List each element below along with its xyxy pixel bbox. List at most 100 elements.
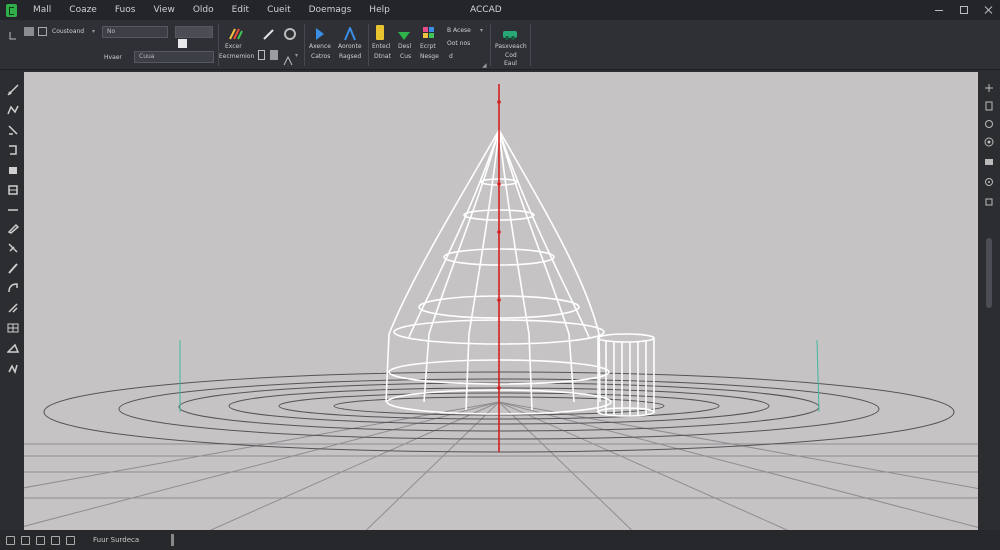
pasxveach-icon[interactable] (502, 25, 518, 40)
menu-item-view[interactable]: View (144, 0, 183, 20)
aoronte-sub: Ragsed (339, 53, 362, 60)
undo-icon[interactable] (8, 26, 18, 40)
menu-bar: Mall Coaze Fuos View Oldo Edit Cueit Doe… (23, 0, 399, 20)
line-icon[interactable] (7, 84, 19, 96)
layer-field[interactable]: No (102, 26, 168, 38)
aoronte-label: Aoronte (338, 43, 362, 50)
settings-gear-icon[interactable] (283, 26, 296, 40)
menu-item-help[interactable]: Help (360, 0, 399, 20)
maximize-icon[interactable] (960, 6, 968, 14)
ecrpt-label: Ecrpt (420, 43, 436, 50)
command-dropdown-icon[interactable]: ▾ (92, 28, 95, 35)
snap-icon[interactable] (984, 172, 994, 186)
excer-icon[interactable] (229, 26, 243, 40)
axence-sub: Catros (311, 53, 331, 60)
ortho-icon[interactable] (283, 51, 295, 66)
panel-expand-icon[interactable]: ◢ (482, 62, 487, 69)
menu-item-coaze[interactable]: Coaze (60, 0, 106, 20)
entecl-label: Entecl (372, 43, 391, 50)
desl-sub: Cus (400, 53, 412, 60)
arc-icon[interactable] (7, 282, 19, 294)
axence-icon[interactable] (314, 26, 326, 40)
menu-item-mall[interactable]: Mall (23, 0, 60, 20)
pan-icon[interactable] (984, 114, 994, 128)
props-label: Hvaer (104, 54, 122, 61)
ribbon: Coustoand ▾ No Hvaer Cuua Excer Eecmemio… (0, 20, 1000, 70)
entecl-icon[interactable] (376, 25, 384, 40)
minimize-icon[interactable] (934, 5, 944, 15)
acese-label[interactable]: B Acese (447, 27, 471, 34)
right-scrollbar[interactable] (986, 238, 992, 308)
open-icon[interactable] (38, 27, 47, 36)
menu-item-fuos[interactable]: Fuos (106, 0, 145, 20)
props-field[interactable]: Cuua (134, 51, 214, 63)
status-divider (171, 534, 175, 546)
zoom-icon[interactable] (984, 132, 994, 147)
ucs-marker-right (816, 339, 820, 413)
array-icon[interactable] (7, 322, 19, 334)
status-bar: Fuur Surdeca (0, 530, 1000, 550)
ground-grid (24, 401, 978, 530)
app-logo-icon[interactable] (6, 3, 17, 17)
menu-item-edit[interactable]: Edit (223, 0, 258, 20)
block-icon[interactable] (270, 50, 278, 60)
rectangle-icon[interactable] (7, 164, 19, 176)
acese-dropdown-icon[interactable]: ▾ (480, 27, 483, 34)
d-label: d (449, 53, 453, 60)
ecrpt-icon[interactable] (422, 25, 436, 38)
window-controls (934, 0, 994, 20)
view-icon[interactable] (984, 78, 994, 92)
ortho-toggle-icon[interactable] (66, 535, 75, 545)
orbit-icon[interactable] (984, 96, 994, 111)
oot-nos-label[interactable]: Oot nos (447, 40, 470, 47)
color-swatch-icon[interactable] (178, 39, 187, 48)
layout-icon[interactable] (21, 535, 30, 545)
pasxveach-sub: Cod (505, 52, 517, 59)
grid-icon[interactable] (984, 192, 994, 206)
ribbon-separator (490, 24, 491, 66)
menu-item-cueit[interactable]: Cueit (258, 0, 300, 20)
left-toolbar (0, 70, 24, 530)
command-label: Coustoand (52, 28, 85, 35)
excer-label: Excer (225, 43, 242, 50)
rotate-icon[interactable] (7, 144, 19, 156)
color-field[interactable] (175, 26, 213, 38)
explode-icon[interactable] (7, 362, 19, 374)
pasxveach-label: Pasxveach (495, 43, 527, 50)
layers-icon[interactable] (984, 152, 994, 165)
snap-toggle-icon[interactable] (51, 535, 60, 545)
polyline-icon[interactable] (7, 104, 19, 116)
pencil-icon[interactable] (7, 262, 19, 274)
ortho-dropdown-icon[interactable]: ▾ (295, 52, 298, 59)
pen-tool-icon[interactable] (262, 26, 274, 40)
title-bar: Mall Coaze Fuos View Oldo Edit Cueit Doe… (0, 0, 1000, 20)
excer-sub: Eecmemion (219, 53, 255, 60)
scale-icon[interactable] (7, 302, 19, 314)
status-text: Fuur Surdeca (93, 536, 140, 544)
pen-icon[interactable] (7, 222, 19, 234)
entecl-sub: Dtnat (374, 53, 391, 60)
close-icon[interactable] (984, 5, 994, 15)
ribbon-separator (304, 24, 305, 66)
aoronte-icon[interactable] (343, 25, 356, 41)
box-icon[interactable] (258, 50, 265, 60)
dimension-icon[interactable] (7, 204, 19, 216)
grid-toggle-icon[interactable] (36, 535, 45, 545)
model-space-icon[interactable] (6, 535, 15, 545)
ribbon-separator (368, 24, 369, 66)
menu-item-doemags[interactable]: Doemags (300, 0, 361, 20)
desl-icon[interactable] (397, 26, 411, 40)
move-icon[interactable] (7, 124, 19, 136)
trim-icon[interactable] (7, 242, 19, 254)
hatch-icon[interactable] (7, 184, 19, 196)
ecrpt-sub: Nesge (420, 53, 439, 60)
pasxveach-sub2: Eaul (504, 60, 517, 67)
save-icon[interactable] (24, 27, 34, 36)
app-title: ACCAD (470, 5, 502, 15)
right-toolbar (978, 70, 1000, 530)
menu-item-oldo[interactable]: Oldo (184, 0, 223, 20)
cylinder-wireframe[interactable] (597, 333, 655, 417)
ribbon-separator (530, 24, 531, 66)
drawing-viewport[interactable] (24, 72, 978, 530)
stretch-icon[interactable] (7, 342, 19, 354)
